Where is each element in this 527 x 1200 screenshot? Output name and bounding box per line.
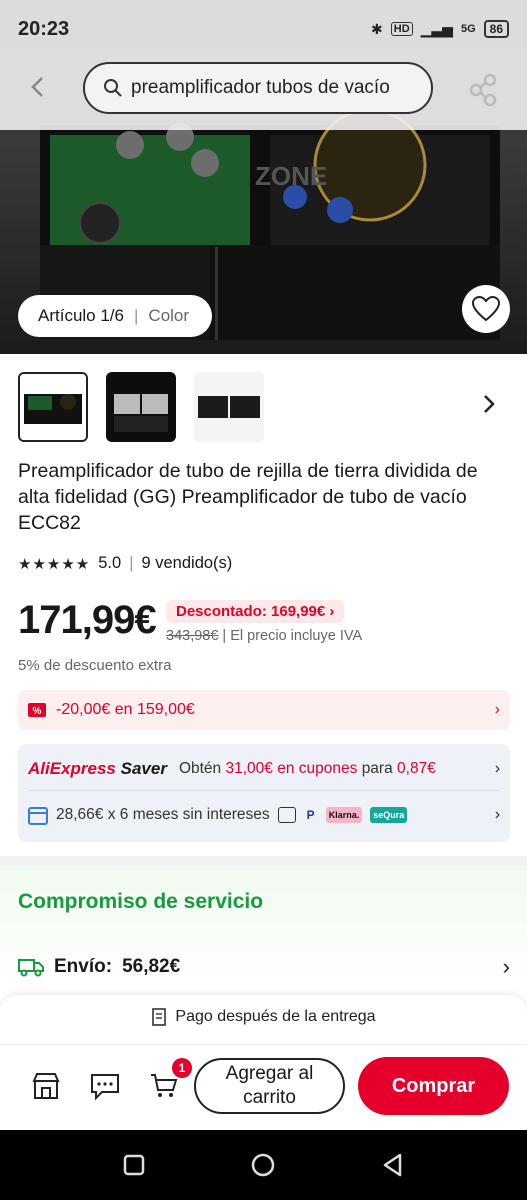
extra-discount: 5% de descuento extra xyxy=(18,657,172,674)
pay-after-text: Pago después de la entrega xyxy=(175,1008,376,1025)
product-title: Preamplificador de tubo de rejilla de ti… xyxy=(18,460,478,534)
shipping-row[interactable]: Envío: 56,82€ › xyxy=(18,952,510,982)
article-counter: Artículo 1/6 xyxy=(38,306,124,325)
vat-note: | El precio incluye IVA xyxy=(222,628,363,644)
search-query: preamplificador tubos de vacío xyxy=(131,77,390,98)
back-button[interactable] xyxy=(20,72,56,108)
search-input[interactable]: preamplificador tubos de vacío xyxy=(83,62,433,114)
klarna-icon: Klarna. xyxy=(325,807,363,823)
shipping-label: Envío: xyxy=(54,956,113,977)
sold-count: 9 vendido(s) xyxy=(141,554,233,572)
search-icon xyxy=(104,79,122,97)
pill-separator: | xyxy=(134,306,139,325)
receipt-icon xyxy=(152,1008,167,1026)
saver-row[interactable]: AliExpress Saver Obtén 31,00€ en cupones… xyxy=(28,754,500,784)
chat-button[interactable] xyxy=(87,1068,123,1104)
installments-row[interactable]: 28,66€ x 6 meses sin intereses P Klarna.… xyxy=(28,800,500,830)
thumbnail-3[interactable] xyxy=(194,372,264,442)
section-divider xyxy=(0,856,527,866)
chat-icon xyxy=(91,1074,119,1100)
card-icon xyxy=(277,807,296,823)
status-time: 20:23 xyxy=(18,17,70,40)
chevron-right-icon: › xyxy=(494,760,500,777)
thumbnail-image xyxy=(194,372,264,442)
aliexpress-saver-logo: AliExpress Saver xyxy=(28,759,167,778)
chevron-right-icon: › xyxy=(502,954,510,979)
coupon-icon: % xyxy=(28,703,46,717)
status-icons: ✱ HD ▁▃▅ 5G 86 xyxy=(371,20,509,38)
color-label: Color xyxy=(148,306,190,325)
rating-value: 5.0 xyxy=(98,554,122,572)
rating-row[interactable]: ★★★★★ 5.0 | 9 vendido(s) xyxy=(18,554,232,573)
share-button[interactable] xyxy=(462,68,506,112)
battery-icon: 86 xyxy=(483,20,509,38)
coupon-text: -20,00€ en 159,00€ xyxy=(56,701,195,718)
truck-icon xyxy=(18,959,44,977)
thumbnail-2[interactable] xyxy=(106,372,176,442)
buy-now-button[interactable]: Comprar xyxy=(358,1057,509,1115)
divider xyxy=(0,1044,527,1045)
rating-separator: | xyxy=(129,554,134,572)
home-icon[interactable] xyxy=(250,1152,276,1178)
svg-text:%: % xyxy=(33,706,42,717)
chevron-right-icon xyxy=(484,395,495,413)
installments-text: 28,66€ x 6 meses sin intereses xyxy=(56,806,270,823)
service-title: Compromiso de servicio xyxy=(18,890,264,913)
thumbnail-image xyxy=(106,372,176,442)
add-to-cart-button[interactable]: Agregar al carrito xyxy=(194,1058,345,1114)
share-icon xyxy=(469,73,497,107)
original-price-row: 343,98€ | El precio incluye IVA xyxy=(166,628,362,644)
saver-offer-text: Obtén 31,00€ en cupones para 0,87€ xyxy=(178,760,436,777)
chevron-right-icon: › xyxy=(494,701,500,718)
top-navigation: preamplificador tubos de vacío xyxy=(0,60,527,116)
thumbnail-image xyxy=(20,374,86,440)
thumbnail-1[interactable] xyxy=(18,372,88,442)
cart-icon xyxy=(151,1074,178,1097)
discount-badge[interactable]: Descontado: 169,99€ › xyxy=(166,600,345,623)
watermark-text: ZONE xyxy=(255,161,327,191)
hd-icon: HD xyxy=(390,22,413,36)
thumbnail-strip xyxy=(18,372,508,442)
saver-box: AliExpress Saver Obtén 31,00€ en cupones… xyxy=(18,744,510,842)
cart-count-badge: 1 xyxy=(172,1058,192,1078)
image-counter-pill[interactable]: Artículo 1/6 | Color xyxy=(18,295,212,337)
rating-stars-icon: ★★★★★ xyxy=(18,555,91,573)
divider xyxy=(28,790,500,791)
recents-icon[interactable] xyxy=(121,1152,147,1178)
heart-icon xyxy=(472,296,500,322)
pay-after-delivery: Pago después de la entrega xyxy=(0,1008,527,1026)
shipping-value: 56,82€ xyxy=(122,956,181,977)
store-button[interactable] xyxy=(28,1068,64,1104)
store-icon xyxy=(32,1073,60,1099)
chevron-left-icon xyxy=(31,77,43,97)
system-navigation-bar xyxy=(0,1130,527,1200)
status-bar: 20:23 ✱ HD ▁▃▅ 5G 86 xyxy=(0,0,527,58)
chevron-right-icon: › xyxy=(494,806,500,823)
back-nav-icon[interactable] xyxy=(380,1152,406,1178)
coupon-row[interactable]: % -20,00€ en 159,00€ › xyxy=(18,690,510,730)
calendar-icon xyxy=(28,807,48,825)
sequra-icon: seQura xyxy=(370,807,408,823)
bluetooth-icon: ✱ xyxy=(371,20,383,37)
signal-icon: ▁▃▅ xyxy=(420,20,453,37)
current-price: 171,99€ xyxy=(18,598,157,642)
network-label: 5G xyxy=(460,23,476,35)
thumbnails-next-button[interactable] xyxy=(472,388,506,422)
original-price: 343,98€ xyxy=(166,628,219,644)
paypal-icon: P xyxy=(306,808,315,822)
wishlist-button[interactable] xyxy=(462,285,510,333)
